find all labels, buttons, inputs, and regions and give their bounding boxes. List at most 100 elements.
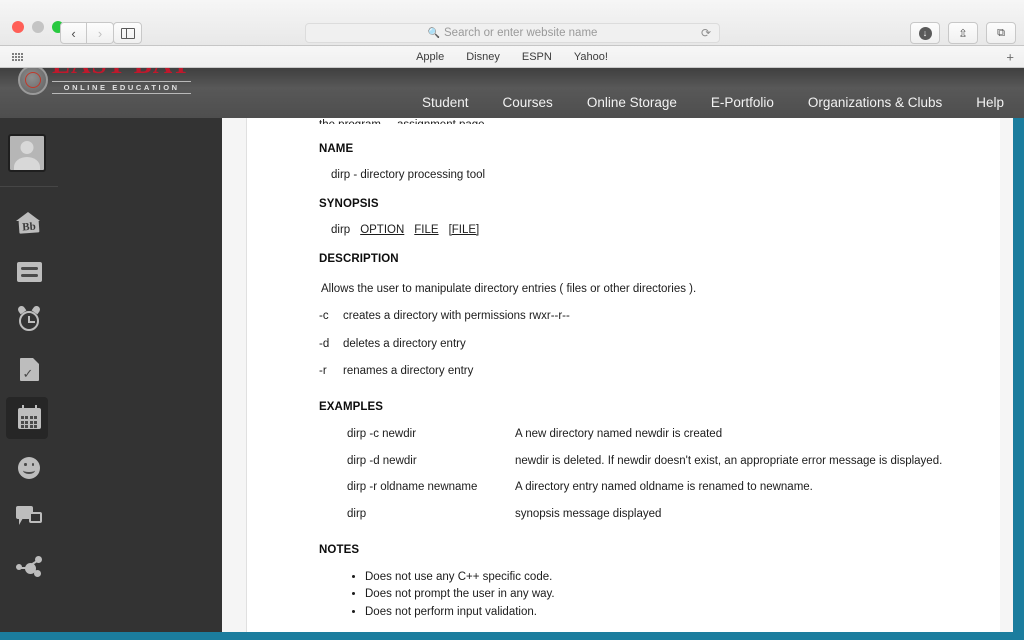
notes-list: Does not use any C++ specific code. Does… xyxy=(365,570,970,621)
site-logo[interactable]: EAST BAY ONLINE EDUCATION xyxy=(18,68,192,95)
logo-subtitle: ONLINE EDUCATION xyxy=(52,81,192,94)
sidebar-item-messages[interactable] xyxy=(0,492,58,541)
toolbar-right-buttons: ↓ ⇫ ⧉ xyxy=(910,22,1016,44)
browser-toolbar: ‹ › 🔍 Search or enter website name ⟳ ↓ ⇫… xyxy=(0,0,1024,46)
section-heading-description: DESCRIPTION xyxy=(319,253,399,266)
option-flag: -c xyxy=(319,310,329,323)
bookmark-espn[interactable]: ESPN xyxy=(522,51,552,63)
sidebar-item-activity-stream[interactable] xyxy=(0,247,58,296)
page-scrollbar-track[interactable] xyxy=(1000,118,1013,632)
bookmark-apple[interactable]: Apple xyxy=(416,51,444,63)
table-row: dirp -c newdir A new directory named new… xyxy=(347,427,970,443)
sidebar-icon xyxy=(120,27,135,39)
downloads-button[interactable]: ↓ xyxy=(910,22,940,44)
nav-item-student[interactable]: Student xyxy=(422,95,469,110)
synopsis-arg-file: FILE xyxy=(414,223,439,236)
option-description: renames a directory entry xyxy=(343,365,474,378)
reload-icon[interactable]: ⟳ xyxy=(701,26,711,40)
sidebar-item-due-dates[interactable] xyxy=(0,296,58,345)
example-command: dirp -r oldname newname xyxy=(347,481,478,494)
example-description: A new directory named newdir is created xyxy=(515,428,723,441)
site-header: EAST BAY ONLINE EDUCATION Student Course… xyxy=(0,68,1024,118)
calendar-icon xyxy=(17,405,41,429)
address-bar[interactable]: 🔍 Search or enter website name ⟳ xyxy=(305,23,720,43)
sidebar-toggle-button[interactable] xyxy=(113,22,142,44)
window-traffic-lights xyxy=(12,21,64,33)
bookmarks-bar: Apple Disney ESPN Yahoo! + xyxy=(0,46,1024,68)
tabs-button[interactable]: ⧉ xyxy=(986,22,1016,44)
sidebar-item-profile[interactable] xyxy=(0,443,58,492)
section-heading-examples: EXAMPLES xyxy=(319,400,384,413)
download-icon: ↓ xyxy=(918,26,932,40)
logo-title: EAST BAY xyxy=(52,68,191,78)
nav-item-courses[interactable]: Courses xyxy=(503,95,553,110)
table-row: dirp -r oldname newname A directory entr… xyxy=(347,480,970,496)
synopsis-arg-option: OPTION xyxy=(360,223,405,236)
table-row: dirp -d newdir newdir is deleted. If new… xyxy=(347,454,970,470)
page-left-gutter xyxy=(222,118,247,632)
option-flag: -r xyxy=(319,365,327,378)
address-bar-placeholder: Search or enter website name xyxy=(444,27,598,39)
nav-item-online-storage[interactable]: Online Storage xyxy=(587,95,677,110)
minimize-window-button[interactable] xyxy=(32,21,44,33)
show-all-bookmarks-icon[interactable] xyxy=(12,52,23,61)
nav-item-organizations-clubs[interactable]: Organizations & Clubs xyxy=(808,95,942,110)
blackboard-home-icon: Bb xyxy=(15,211,43,234)
document-viewer: the program ... assignment page NAME dir… xyxy=(247,118,1000,632)
option-row: -c creates a directory with permissions … xyxy=(319,309,970,325)
share-button[interactable]: ⇫ xyxy=(948,22,978,44)
new-tab-button[interactable]: + xyxy=(1006,50,1014,63)
back-button[interactable]: ‹ xyxy=(60,22,87,44)
sidebar-item-blackboard-home[interactable]: Bb xyxy=(0,198,58,247)
forward-button[interactable]: › xyxy=(87,22,114,44)
example-command: dirp -c newdir xyxy=(347,428,417,441)
example-command: dirp xyxy=(347,507,367,520)
sidebar-item-calendar[interactable] xyxy=(0,394,58,443)
chat-bubbles-icon xyxy=(16,506,42,527)
synopsis-arg-optional-file: [FILE] xyxy=(448,223,480,236)
nav-item-e-portfolio[interactable]: E-Portfolio xyxy=(711,95,774,110)
search-icon: 🔍 xyxy=(427,27,441,39)
section-heading-synopsis: SYNOPSIS xyxy=(319,198,379,211)
sidebar-item-tools[interactable] xyxy=(0,541,58,590)
alarm-clock-icon xyxy=(16,304,42,331)
avatar[interactable] xyxy=(8,134,46,172)
bookmark-yahoo[interactable]: Yahoo! xyxy=(574,51,608,63)
table-row: dirp synopsis message displayed xyxy=(347,507,970,523)
list-item: Does not prompt the user in any way. xyxy=(365,587,970,603)
document-check-icon xyxy=(19,358,39,381)
activity-stream-icon xyxy=(16,261,42,282)
option-description: deletes a directory entry xyxy=(343,337,466,350)
section-heading-name: NAME xyxy=(319,143,354,155)
app-sidebar: Bb xyxy=(0,118,222,632)
smiley-face-icon xyxy=(18,456,40,479)
sidebar-icon-list: Bb xyxy=(0,198,58,590)
examples-table: dirp -c newdir A new directory named new… xyxy=(347,427,970,522)
document-content: the program ... assignment page NAME dir… xyxy=(247,118,1000,632)
example-description: A directory entry named oldname is renam… xyxy=(515,481,813,494)
list-item: Does not perform input validation. xyxy=(365,605,970,621)
site-navigation: Student Courses Online Storage E-Portfol… xyxy=(422,95,1004,110)
example-description: newdir is deleted. If newdir doesn't exi… xyxy=(515,454,943,467)
option-row: -r renames a directory entry xyxy=(319,364,970,380)
share-icon: ⇫ xyxy=(958,27,968,40)
synopsis-command: dirp xyxy=(331,223,351,236)
option-flag: -d xyxy=(319,337,330,350)
navigation-buttons: ‹ › xyxy=(60,22,114,44)
close-window-button[interactable] xyxy=(12,21,24,33)
tabs-icon: ⧉ xyxy=(997,26,1005,39)
sidebar-divider xyxy=(0,186,58,187)
sidebar-item-grades[interactable] xyxy=(0,345,58,394)
list-item: Does not use any C++ specific code. xyxy=(365,570,970,586)
name-body-text: dirp - directory processing tool xyxy=(331,168,486,181)
example-description: synopsis message displayed xyxy=(515,507,662,520)
option-description: creates a directory with permissions rwx… xyxy=(343,310,570,323)
section-heading-notes: NOTES xyxy=(319,544,360,557)
university-seal-icon xyxy=(18,68,48,95)
nav-item-help[interactable]: Help xyxy=(976,95,1004,110)
page-bottom-accent-bar xyxy=(0,632,1024,640)
bookmark-disney[interactable]: Disney xyxy=(466,51,500,63)
description-intro-text: Allows the user to manipulate directory … xyxy=(321,282,697,295)
synopsis-line: dirp OPTION FILE [FILE] xyxy=(331,223,970,239)
option-row: -d deletes a directory entry xyxy=(319,337,970,353)
